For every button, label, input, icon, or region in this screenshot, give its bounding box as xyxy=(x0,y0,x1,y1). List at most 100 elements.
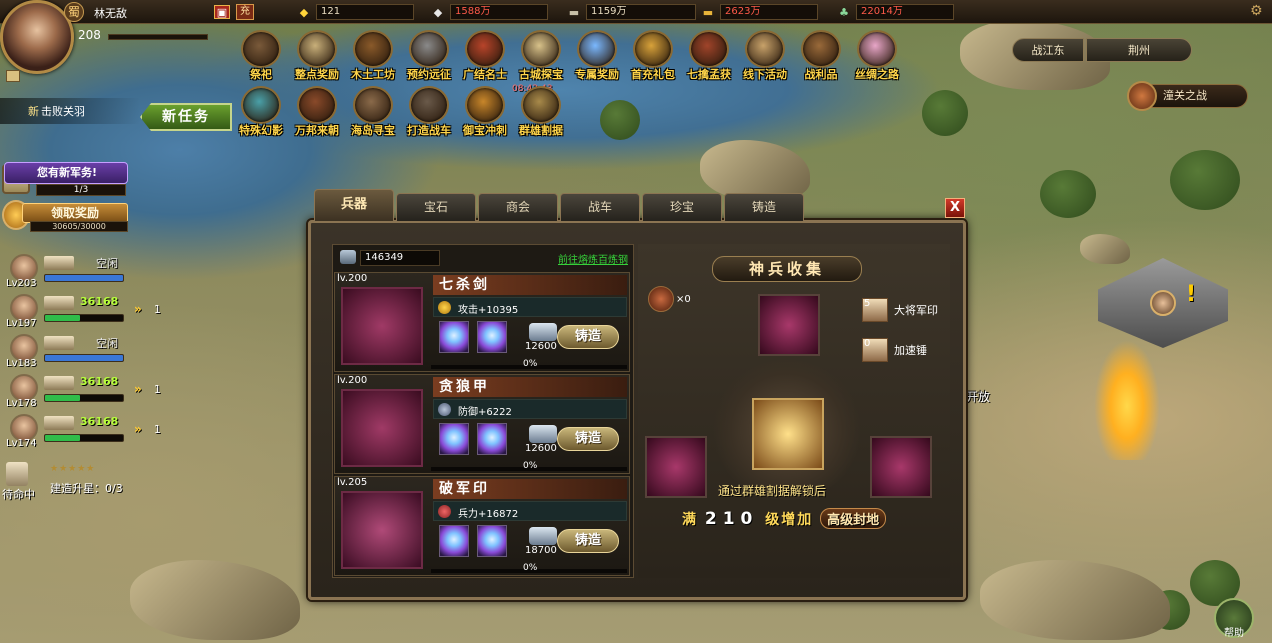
activity-icon xyxy=(521,86,561,124)
claim-progress: 30605/30000 xyxy=(30,221,128,232)
armor-icon[interactable] xyxy=(341,389,423,467)
hero-troop-bar xyxy=(44,314,124,322)
mail-icon[interactable] xyxy=(6,70,20,82)
gem-slot-icon[interactable] xyxy=(477,321,507,353)
hero-level: Lv183 xyxy=(6,358,37,369)
general-seal-count: 5 xyxy=(864,298,871,309)
kingdom-badge: 蜀 xyxy=(64,2,84,22)
help-button[interactable]: 帮助 xyxy=(1214,598,1254,639)
hero-march-arrow[interactable]: » xyxy=(134,382,142,396)
seal-icon[interactable] xyxy=(341,491,423,569)
activity-button-10[interactable]: 战利品 xyxy=(794,30,848,81)
current-task[interactable]: 新击败关羽 xyxy=(0,98,140,124)
hero-row[interactable]: Lv203 空闲 xyxy=(4,252,164,292)
activity-button-9[interactable]: 线下活动 xyxy=(738,30,792,81)
activity-button-row2-2[interactable]: 海岛寻宝 xyxy=(346,86,400,137)
activity-icon xyxy=(241,30,281,68)
hero-march-arrow[interactable]: » xyxy=(134,302,142,316)
hero-status: 36168 xyxy=(80,295,119,308)
hero-row[interactable]: Lv197 36168 » 1 xyxy=(4,292,164,332)
new-task-button[interactable]: 新任务 xyxy=(140,103,232,131)
activity-button-4[interactable]: 广结名士 xyxy=(458,30,512,81)
close-button[interactable]: X xyxy=(945,198,965,218)
forge-button[interactable]: 铸造 xyxy=(557,529,619,553)
settings-gear-icon[interactable]: ⚙ xyxy=(1250,3,1266,19)
region-button[interactable]: 战江东 xyxy=(1012,38,1084,62)
jade-icon: ♣ xyxy=(839,5,849,19)
city-lord-avatar[interactable] xyxy=(1150,290,1176,316)
activity-icon xyxy=(297,30,337,68)
activity-button-8[interactable]: 七擒孟获 xyxy=(682,30,736,81)
tab-4[interactable]: 珍宝 xyxy=(642,193,722,221)
claim-reward-button[interactable]: 领取奖励 xyxy=(22,203,128,223)
player-avatar[interactable] xyxy=(0,0,74,74)
gold-resource: ◆ 121 xyxy=(296,4,414,20)
gem-slot-icon[interactable] xyxy=(439,423,469,455)
activity-button-11[interactable]: 丝绸之路 xyxy=(850,30,904,81)
hero-troop-icon xyxy=(44,256,74,270)
waiting-label: 待命中 xyxy=(2,488,35,501)
hammer-count: ×0 xyxy=(676,294,691,305)
top-resource-bar: ▣ 充 ◆ 121 ◆ 1588万 ▬ 1159万 ▬ 2623万 ♣ 2201… xyxy=(0,0,1272,24)
gem-slot-icon[interactable] xyxy=(439,321,469,353)
activity-button-5[interactable]: 古城探宝 xyxy=(514,30,568,81)
activity-button-2[interactable]: 木土工坊 xyxy=(346,30,400,81)
gem-slot-icon[interactable] xyxy=(477,423,507,455)
activity-icon xyxy=(297,86,337,124)
activity-button-row2-5[interactable]: 群雄割据 xyxy=(514,86,568,137)
activity-icon xyxy=(633,30,673,68)
hero-status: 36168 xyxy=(80,415,119,428)
gem-slot-icon[interactable] xyxy=(439,525,469,557)
worker-icon xyxy=(6,462,28,486)
smelt-link[interactable]: 前往熔炼百炼钢 xyxy=(558,251,628,266)
activity-button-1[interactable]: 整点奖励 xyxy=(290,30,344,81)
tab-1[interactable]: 宝石 xyxy=(396,193,476,221)
forge-cost: 12600 铸造 xyxy=(523,423,623,457)
activity-button-7[interactable]: 首充礼包 xyxy=(626,30,680,81)
activity-button-row2-4[interactable]: 御宝冲刺 xyxy=(458,86,512,137)
hero-march-count: 1 xyxy=(154,303,161,316)
tab-5[interactable]: 铸造 xyxy=(724,193,804,221)
activity-icon xyxy=(465,30,505,68)
activity-icon xyxy=(857,30,897,68)
activity-button-row2-1[interactable]: 万邦来朝 xyxy=(290,86,344,137)
hero-troop-icon xyxy=(44,416,74,430)
hero-row[interactable]: Lv183 空闲 xyxy=(4,332,164,372)
player-name: 林无敌 xyxy=(94,7,127,20)
steel-ingot-icon xyxy=(529,425,557,443)
recharge-button[interactable]: ▣ 充 xyxy=(214,4,254,20)
game-map[interactable]: { "player": {"kingdom": "蜀", "name": "林无… xyxy=(0,0,1272,643)
activity-button-3[interactable]: 预约远征 xyxy=(402,30,456,81)
player-level: 208 xyxy=(78,28,101,42)
cavalry-unit[interactable] xyxy=(1094,340,1160,460)
activity-button-0[interactable]: 祭祀 xyxy=(234,30,288,81)
hero-march-count: 1 xyxy=(154,383,161,396)
city-button[interactable]: 荆州 xyxy=(1086,38,1192,62)
activity-button-6[interactable]: 专属奖励 xyxy=(570,30,624,81)
hero-row[interactable]: Lv178 36168 » 1 xyxy=(4,372,164,412)
hero-row[interactable]: Lv174 36168 » 1 xyxy=(4,412,164,452)
hero-troop-bar xyxy=(44,394,124,402)
forge-button[interactable]: 铸造 xyxy=(557,325,619,349)
battle-nav-button[interactable]: 潼关之战 xyxy=(1127,81,1248,111)
forge-item: lv.205 破军印 兵力+16872 18700 铸造 0% xyxy=(334,476,630,576)
item-level: lv.205 xyxy=(337,477,368,488)
forge-button[interactable]: 铸造 xyxy=(557,427,619,451)
army-alert-button[interactable]: 您有新军务! xyxy=(4,162,128,184)
activity-button-row2-3[interactable]: 打造战车 xyxy=(402,86,456,137)
collected-seal-slot[interactable] xyxy=(870,436,932,498)
divine-treasure-slot[interactable] xyxy=(752,398,824,470)
sword-icon[interactable] xyxy=(341,287,423,365)
tab-2[interactable]: 商会 xyxy=(478,193,558,221)
waiting-hero[interactable]: ★★★★★ 待命中 建造升星：0/3 xyxy=(2,462,152,502)
activity-button-row2-0[interactable]: 特殊幻影 xyxy=(234,86,288,137)
hero-march-arrow[interactable]: » xyxy=(134,422,142,436)
collected-armor-slot[interactable] xyxy=(645,436,707,498)
steel-row: 146349 前往熔炼百炼钢 xyxy=(336,248,630,268)
activity-icon xyxy=(353,30,393,68)
tab-0[interactable]: 兵器 xyxy=(314,189,394,221)
hammer-icon xyxy=(648,286,674,312)
gem-slot-icon[interactable] xyxy=(477,525,507,557)
collected-sword-slot[interactable] xyxy=(758,294,820,356)
tab-3[interactable]: 战车 xyxy=(560,193,640,221)
